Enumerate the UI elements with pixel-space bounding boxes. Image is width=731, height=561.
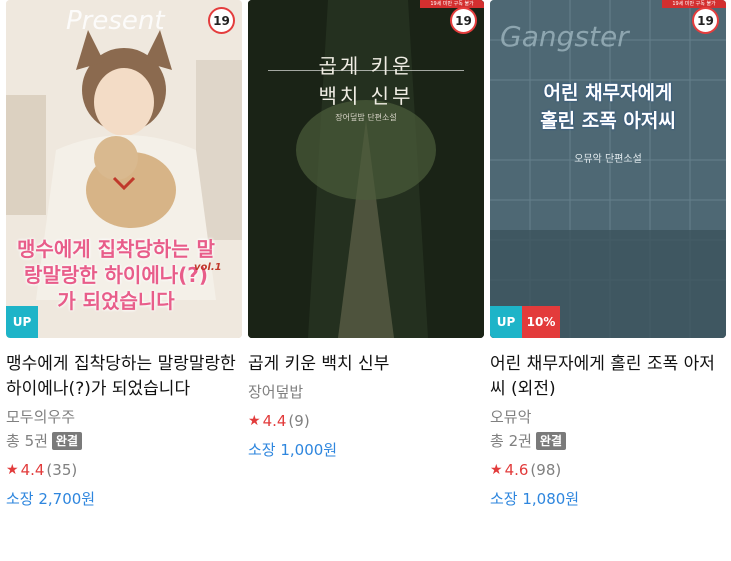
price: 소장 1,080원 [490,490,580,508]
age-19-badge: 19 [450,7,477,34]
volume-count: 총 5권 [6,432,48,450]
up-badge: UP [490,306,522,338]
book-title[interactable]: 곱게 키운 백치 신부 [248,352,484,377]
book-card[interactable]: 곱게 키운 백치 신부 장어덮밥 단편소설 19세 미만 구독 불가 19 곱게… [248,0,484,461]
book-cover[interactable]: Gangster 어린 채무자에게 홀린 조폭 아저씨 오뮤악 단편소설 19세… [490,0,726,338]
rating-score: 4.6 [504,461,529,479]
cover-badges: UP [6,306,38,338]
cover-script-word: Present [66,6,165,36]
rating-row: ★ 4.4 (35) [6,459,242,481]
cover-art: 곱게 키운 백치 신부 장어덮밥 단편소설 [248,0,484,338]
book-title[interactable]: 어린 채무자에게 홀린 조폭 아저씨 (외전) [490,352,726,402]
cover-subtitle: 장어덮밥 단편소설 [335,113,397,122]
star-icon: ★ [490,462,503,478]
cover-title-line-2: 홀린 조폭 아저씨 [540,110,676,132]
cover-title-line-1: 곱게 키운 [318,54,414,78]
review-count: (35) [46,461,78,479]
discount-badge: 10% [522,306,560,338]
book-cover[interactable]: Present 맹수에게 집착당하는 말랑말랑한 하이에나(?)가 되었습니다 … [6,0,242,338]
age-19-badge: 19 [208,7,235,34]
complete-badge: 완결 [51,432,83,450]
age-restriction-strip: 19세 미만 구독 불가 [662,0,726,8]
book-card[interactable]: Present 맹수에게 집착당하는 말랑말랑한 하이에나(?)가 되었습니다 … [6,0,242,510]
complete-badge: 완결 [535,432,567,450]
cover-volume: vol.1 [194,262,222,273]
rating-row: ★ 4.4 (9) [248,410,484,432]
cover-title-line-1: 어린 채무자에게 [543,82,673,104]
star-icon: ★ [248,413,261,429]
rating-row: ★ 4.6 (98) [490,459,726,481]
volume-info: 총 2권 완결 [490,430,726,452]
cover-script-word: Gangster [500,20,629,53]
review-count: (9) [288,412,310,430]
rating-score: 4.4 [20,461,45,479]
book-author[interactable]: 장어덮밥 [248,381,484,403]
rating-score: 4.4 [262,412,287,430]
book-author[interactable]: 모두의우주 [6,406,242,428]
book-cover[interactable]: 곱게 키운 백치 신부 장어덮밥 단편소설 19세 미만 구독 불가 19 [248,0,484,338]
cover-badges: UP 10% [490,306,560,338]
price: 소장 1,000원 [248,441,338,459]
volume-info: 총 5권 완결 [6,430,242,452]
book-author[interactable]: 오뮤악 [490,406,726,428]
book-card[interactable]: Gangster 어린 채무자에게 홀린 조폭 아저씨 오뮤악 단편소설 19세… [490,0,726,510]
up-badge: UP [6,306,38,338]
age-19-badge: 19 [692,7,719,34]
age-restriction-strip: 19세 미만 구독 불가 [420,0,484,8]
cover-title-line-2: 백치 신부 [318,84,414,108]
star-icon: ★ [6,462,19,478]
book-title[interactable]: 맹수에게 집착당하는 말랑말랑한 하이에나(?)가 되었습니다 [6,352,242,402]
cover-art: Present 맹수에게 집착당하는 말랑말랑한 하이에나(?)가 되었습니다 … [6,0,242,338]
price: 소장 2,700원 [6,490,96,508]
cover-art: Gangster 어린 채무자에게 홀린 조폭 아저씨 오뮤악 단편소설 [490,0,726,338]
cover-title-art: 맹수에게 집착당하는 말랑말랑한 하이에나(?)가 되었습니다 [17,237,215,313]
review-count: (98) [530,461,562,479]
cover-subtitle: 오뮤악 단편소설 [574,154,642,165]
volume-count: 총 2권 [490,432,532,450]
